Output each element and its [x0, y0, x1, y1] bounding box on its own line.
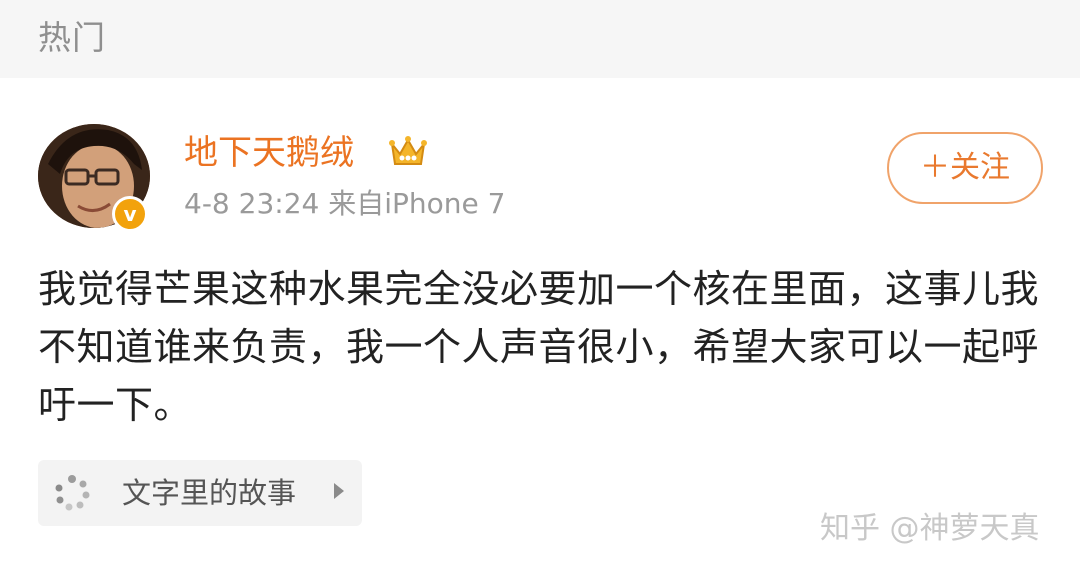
section-header: 热门: [0, 0, 1080, 78]
follow-button[interactable]: ＋关注: [887, 132, 1043, 204]
verified-v-icon: v: [112, 196, 148, 232]
section-title: 热门: [38, 18, 106, 57]
topic-dots-icon: [55, 475, 90, 511]
author-name[interactable]: 地下天鹅绒: [184, 130, 354, 176]
crown-icon: [389, 136, 427, 165]
topic-chip[interactable]: 文字里的故事: [38, 460, 362, 526]
post-meta: 4-8 23:24 来自iPhone 7: [184, 187, 506, 220]
topic-label: 文字里的故事: [122, 476, 297, 510]
watermark: 知乎 @神萝天真: [820, 511, 1040, 546]
chevron-right-icon: [334, 483, 344, 499]
weibo-post-screen: 热门 v 地下天鹅绒 4-8 23:24 来自iPhone 7 ＋关注 我觉得芒…: [0, 0, 1080, 574]
post-body: 我觉得芒果这种水果完全没必要加一个核在里面，这事儿我不知道谁来负责，我一个人声音…: [38, 267, 1040, 427]
